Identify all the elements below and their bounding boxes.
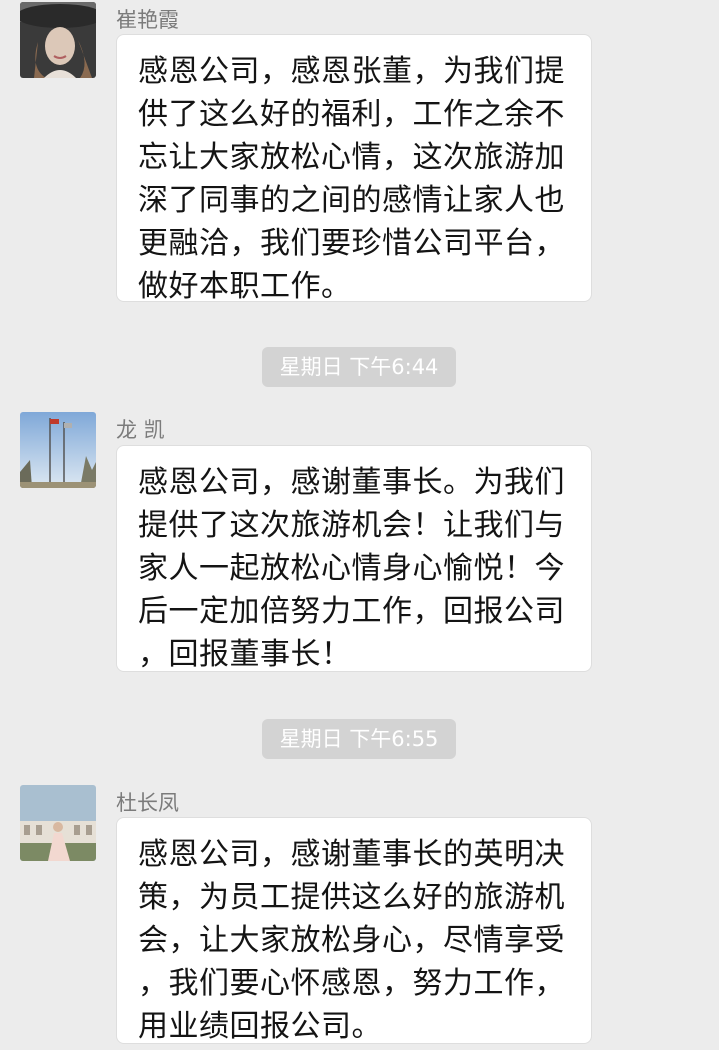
sender-name: 龙 凯 [116, 418, 165, 442]
timestamp-divider: 星期日 下午6:44 [262, 347, 456, 387]
avatar[interactable] [20, 2, 96, 78]
sender-name: 崔艳霞 [116, 8, 179, 32]
message-text: 感恩公司，感恩张董，为我们提 供了这么好的福利，工作之余不 忘让大家放松心情，这… [138, 54, 565, 304]
avatar[interactable] [20, 785, 96, 861]
message-bubble[interactable]: 感恩公司，感谢董事长的英明决 策，为员工提供这么好的旅游机 会，让大家放松身心，… [116, 817, 592, 1044]
message-text: 感恩公司，感谢董事长。为我们 提供了这次旅游机会！让我们与 家人一起放松心情身心… [138, 465, 565, 672]
message-text: 感恩公司，感谢董事长的英明决 策，为员工提供这么好的旅游机 会，让大家放松身心，… [138, 837, 565, 1044]
timestamp-divider: 星期日 下午6:55 [262, 719, 456, 759]
message-bubble[interactable]: 感恩公司，感恩张董，为我们提 供了这么好的福利，工作之余不 忘让大家放松心情，这… [116, 34, 592, 304]
avatar[interactable] [20, 412, 96, 488]
flagpoles-sky-avatar-icon [20, 412, 96, 488]
sender-name: 杜长凤 [116, 791, 179, 815]
message-bubble[interactable]: 感恩公司，感谢董事长。为我们 提供了这次旅游机会！让我们与 家人一起放松心情身心… [116, 445, 592, 672]
bride-building-avatar-icon [20, 785, 96, 861]
woman-with-hat-avatar-icon [20, 2, 96, 78]
